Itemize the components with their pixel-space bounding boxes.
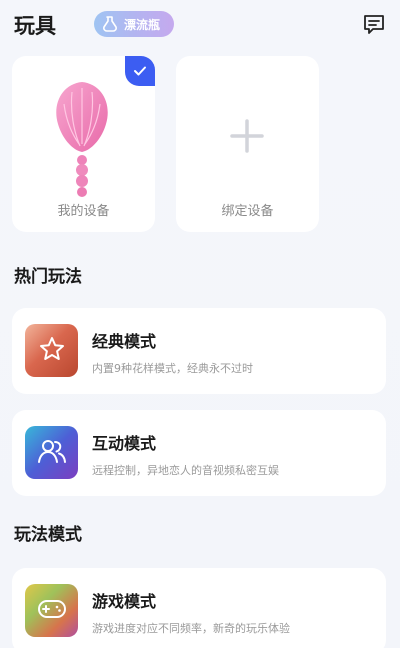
bottle-icon bbox=[100, 14, 120, 34]
check-icon bbox=[133, 62, 147, 81]
game-mode-card[interactable]: 游戏模式 游戏进度对应不同频率，新奇的玩乐体验 bbox=[12, 568, 386, 648]
section-title-hot: 热门玩法 bbox=[14, 267, 82, 287]
bottle-label: 漂流瓶 bbox=[124, 17, 161, 32]
mode-desc: 内置9种花样模式，经典永不过时 bbox=[92, 362, 253, 375]
drift-bottle-button[interactable]: 漂流瓶 bbox=[94, 11, 174, 37]
mode-desc: 远程控制，异地恋人的音视频私密互娱 bbox=[92, 464, 279, 477]
device-image bbox=[52, 76, 112, 206]
selected-badge bbox=[125, 56, 155, 86]
mode-desc: 游戏进度对应不同频率，新奇的玩乐体验 bbox=[92, 622, 290, 635]
star-icon bbox=[38, 335, 66, 367]
classic-mode-thumbnail bbox=[25, 324, 78, 377]
mode-name: 互动模式 bbox=[92, 434, 157, 453]
interactive-mode-thumbnail bbox=[25, 426, 78, 479]
plus-icon bbox=[230, 119, 264, 153]
page-title: 玩具 bbox=[14, 14, 56, 38]
people-icon bbox=[37, 437, 67, 469]
my-device-label: 我的设备 bbox=[57, 204, 110, 219]
section-title-modes: 玩法模式 bbox=[14, 525, 82, 545]
mode-name: 经典模式 bbox=[92, 332, 157, 351]
message-icon[interactable] bbox=[362, 12, 386, 36]
bind-device-card[interactable]: 绑定设备 bbox=[176, 56, 319, 232]
interactive-mode-card[interactable]: 互动模式 远程控制，异地恋人的音视频私密互娱 bbox=[12, 410, 386, 496]
my-device-card[interactable]: 我的设备 bbox=[12, 56, 155, 232]
gamepad-icon bbox=[37, 598, 67, 624]
game-mode-thumbnail bbox=[25, 584, 78, 637]
bind-device-label: 绑定设备 bbox=[221, 204, 274, 219]
mode-name: 游戏模式 bbox=[92, 592, 157, 611]
header: 玩具 漂流瓶 bbox=[0, 0, 400, 50]
classic-mode-card[interactable]: 经典模式 内置9种花样模式，经典永不过时 bbox=[12, 308, 386, 394]
